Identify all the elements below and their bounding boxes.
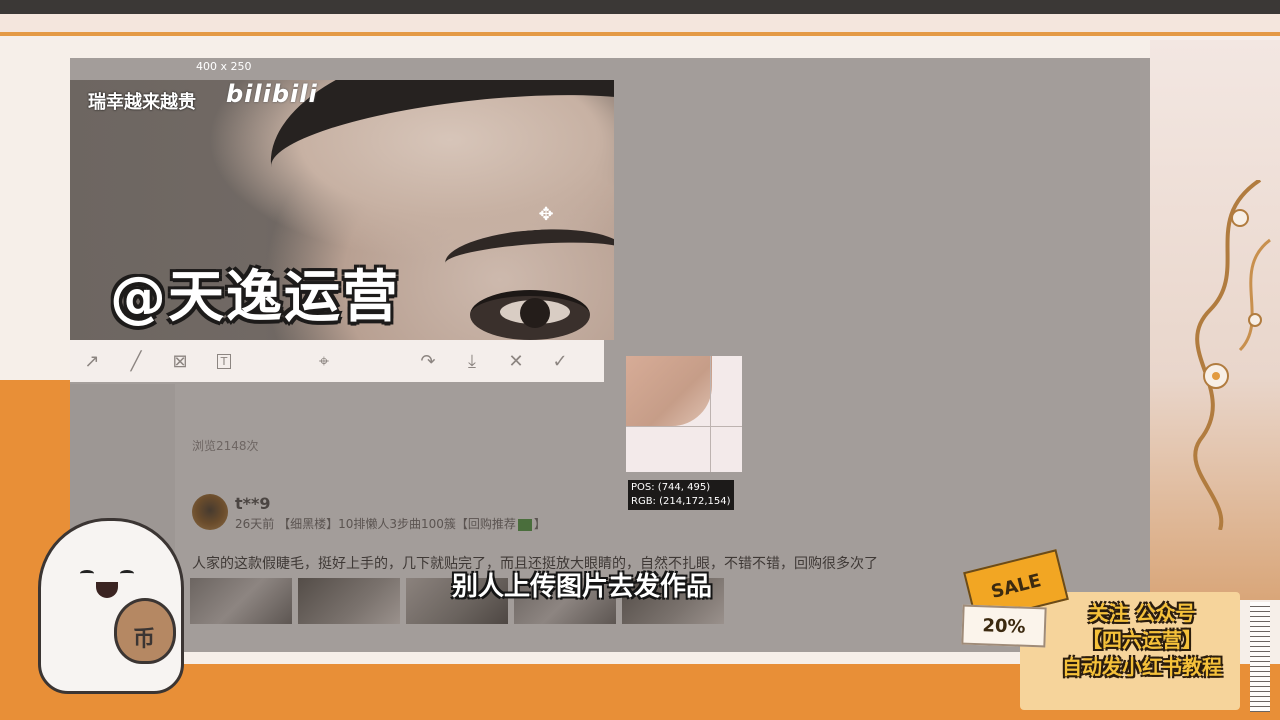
floral-vine-decoration [1193, 180, 1271, 530]
promo-line-1: 关注 公众号 [1088, 601, 1196, 625]
save-button[interactable]: ⤓ [450, 340, 494, 382]
crosshair-vertical [710, 356, 711, 472]
close-icon: ✕ [508, 350, 524, 372]
bilibili-logo: bilibili [226, 80, 318, 108]
tag-badge-icon [517, 518, 532, 531]
discount-tag: 20% [961, 604, 1047, 648]
top-stripe [0, 14, 1280, 36]
view-count: 浏览2148次 [192, 439, 259, 453]
review-image-thumbnail[interactable] [298, 578, 400, 624]
move-cursor-icon: ✥ [538, 204, 554, 225]
ghost-mascot: 币 [28, 508, 198, 698]
mosaic-tool-button[interactable]: ⊠ [158, 340, 202, 382]
arrow-tool-button[interactable]: ↗ [70, 340, 114, 382]
cursor-info-readout: POS: (744, 495) RGB: (214,172,154) [628, 480, 734, 510]
username[interactable]: t**9 [235, 494, 271, 513]
crosshair-horizontal [626, 426, 742, 427]
confirm-button[interactable]: ✓ [538, 340, 582, 382]
mosaic-icon: ⊠ [172, 350, 188, 372]
review-image-thumbnail[interactable] [190, 578, 292, 624]
text-tool-button[interactable]: T [202, 340, 246, 382]
share-icon: ↷ [420, 350, 436, 372]
review-meta: 26天前 【细黑楼】10排懒人3步曲100簇【回购推荐 】 [235, 515, 546, 532]
coin-bag-icon: 币 [114, 598, 176, 664]
promo-text: 关注 公众号 【四六运营】 自动发小红书教程 [1042, 600, 1242, 681]
scan-icon: ⌖ [318, 350, 330, 372]
text-icon: T [216, 353, 232, 369]
selection-size-label: 400 x 250 [196, 60, 252, 73]
ghost-eye-icon [80, 570, 94, 577]
pen-tool-button[interactable]: ╱ [114, 340, 158, 382]
top-bar [0, 0, 1280, 14]
coin-glyph: 币 [133, 627, 156, 652]
cancel-button[interactable]: ✕ [494, 340, 538, 382]
color-picker-magnifier [626, 356, 742, 472]
promo-banner: SALE 20% 关注 公众号 【四六运营】 自动发小红书教程 [960, 549, 1242, 710]
magnified-pixels [626, 356, 712, 426]
check-icon: ✓ [552, 350, 568, 372]
promo-line-3: 自动发小红书教程 [1062, 655, 1222, 679]
ocr-tool-button[interactable]: ⌖ [302, 340, 346, 382]
review-meta-text: 26天前 【细黑楼】10排懒人3步曲100簇【回购推荐 [235, 517, 516, 531]
pupil-shape [520, 298, 550, 328]
review-meta-end: 】 [533, 517, 546, 531]
download-icon: ⤓ [468, 350, 476, 372]
promo-line-2: 【四六运营】 [1082, 628, 1202, 652]
ghost-eye-icon [120, 570, 134, 577]
screenshot-selection-region[interactable]: ✥ @天逸运营 [70, 80, 614, 340]
share-button[interactable]: ↷ [406, 340, 450, 382]
screenshot-toolbar: ↗ ╱ ⊠ T ⌖ ↷ ⤓ ✕ ✓ [70, 340, 604, 382]
cursor-position-readout: POS: (744, 495) [631, 482, 711, 493]
video-subtitle: 别人上传图片去发作品 [452, 572, 713, 602]
ruler-decoration [1250, 602, 1270, 712]
pen-icon: ╱ [130, 350, 142, 372]
arrow-icon: ↗ [84, 350, 100, 372]
pixel-color-readout: RGB: (214,172,154) [631, 496, 731, 507]
video-title-watermark: 瑞幸越来越贵 [88, 92, 196, 113]
channel-watermark-large: @天逸运营 [110, 265, 400, 330]
